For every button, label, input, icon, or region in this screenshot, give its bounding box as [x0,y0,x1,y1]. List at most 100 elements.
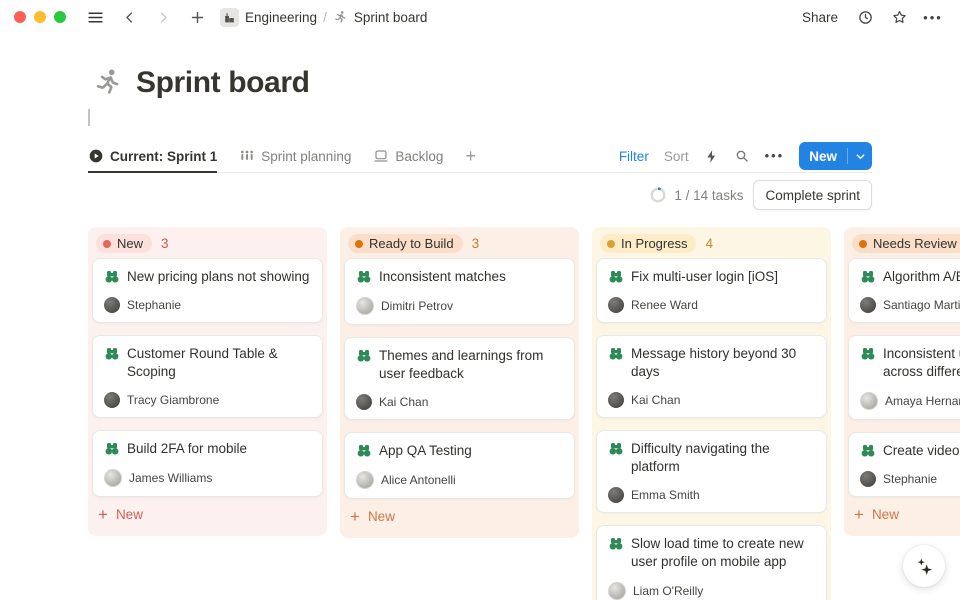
card-title-row: Inconsistent user experience across diff… [860,345,960,381]
window-controls [14,11,66,23]
column-cards: New pricing plans not showing Stephanie … [92,258,323,497]
board-column: Needs Review Algorithm A/B test Santiago… [844,227,960,536]
card-assignee: Stephanie [860,471,960,487]
column-header: New 3 [92,231,323,258]
text-cursor [88,109,90,126]
column-status-pill[interactable]: Ready to Build [348,234,463,253]
task-card[interactable]: Message history beyond 30 days Kai Chan [596,335,827,418]
tab-label: Backlog [395,149,443,164]
card-assignee-name: Tracy Giambrone [127,393,219,407]
card-title: Build 2FA for mobile [127,440,247,458]
avatar [104,392,120,408]
column-pill-label: Needs Review [873,236,957,251]
status-dot-icon [355,240,363,248]
building-icon [220,8,239,27]
task-card[interactable]: App QA Testing Alice Antonelli [344,432,575,499]
column-status-pill[interactable]: Needs Review [852,234,960,253]
complete-sprint-button[interactable]: Complete sprint [753,180,872,210]
filter-button[interactable]: Filter [619,149,649,164]
card-assignee-name: James Williams [129,471,212,485]
view-bar: Current: Sprint 1 Sprint planning Backlo… [88,140,872,173]
card-title: New pricing plans not showing [127,268,309,286]
card-title: Create video guides [883,442,960,460]
avatar [356,394,372,410]
sidebar-toggle-icon[interactable] [82,4,108,30]
status-dot-icon [103,240,111,248]
tab-backlog[interactable]: Backlog [373,140,443,172]
tab-current-sprint[interactable]: Current: Sprint 1 [88,140,217,172]
card-title: Slow load time to create new user profil… [631,535,815,571]
card-assignee: Kai Chan [356,394,563,410]
page-title[interactable]: Sprint board [136,66,310,100]
add-card-label: New [116,507,143,522]
card-title-row: Fix multi-user login [iOS] [608,268,815,286]
tab-sprint-planning[interactable]: Sprint planning [239,140,351,172]
card-assignee: Kai Chan [608,392,815,408]
automations-lightning-icon[interactable] [704,149,719,164]
view-tabs: Current: Sprint 1 Sprint planning Backlo… [88,140,476,172]
add-card-label: New [872,507,899,522]
avatar [860,392,878,410]
view-controls: Filter Sort ••• New [619,142,872,170]
card-title-row: Create video guides [860,442,960,460]
plus-icon: + [98,506,108,523]
add-card-button[interactable]: + New [344,499,575,534]
card-title: Inconsistent matches [379,268,506,286]
plus-icon: + [350,508,360,525]
column-cards: Inconsistent matches Dimitri Petrov Them… [344,258,575,499]
board-column: New 3 New pricing plans not showing Step… [88,227,327,536]
zoom-window-button[interactable] [54,11,66,23]
card-title-row: Slow load time to create new user profil… [608,535,815,571]
task-card[interactable]: Customer Round Table & Scoping Tracy Gia… [92,335,323,418]
card-title: Message history beyond 30 days [631,345,815,381]
card-title-row: New pricing plans not showing [104,268,311,286]
add-card-button[interactable]: + New [848,497,960,532]
column-cards: Algorithm A/B test Santiago Martinez Inc… [848,258,960,497]
task-card[interactable]: Fix multi-user login [iOS] Renee Ward [596,258,827,323]
view-more-icon[interactable]: ••• [765,147,785,165]
column-header: In Progress 4 [596,231,827,258]
card-assignee-name: Stephanie [127,298,181,312]
card-title-row: Message history beyond 30 days [608,345,815,381]
task-card[interactable]: Inconsistent user experience across diff… [848,335,960,420]
task-card[interactable]: Themes and learnings from user feedback … [344,337,575,420]
minimize-window-button[interactable] [34,11,46,23]
column-pill-label: New [117,236,143,251]
ai-sparkles-button[interactable] [903,545,945,587]
task-card[interactable]: Inconsistent matches Dimitri Petrov [344,258,575,325]
back-icon[interactable] [116,4,142,30]
column-status-pill[interactable]: New [96,234,152,253]
running-person-page-icon[interactable] [92,67,124,99]
task-card[interactable]: Difficulty navigating the platform Emma … [596,430,827,513]
page-header: Sprint board [92,62,960,104]
close-window-button[interactable] [14,11,26,23]
task-card[interactable]: Slow load time to create new user profil… [596,525,827,600]
breadcrumb-page-label: Sprint board [354,10,428,25]
breadcrumb-page[interactable]: Sprint board [333,10,428,25]
chevron-down-icon[interactable] [848,142,872,170]
task-card[interactable]: Algorithm A/B test Santiago Martinez [848,258,960,323]
new-task-button[interactable]: New [799,142,872,170]
sort-button[interactable]: Sort [664,149,689,164]
favorite-star-icon[interactable] [886,4,912,30]
column-pill-label: In Progress [621,236,687,251]
new-task-button-label: New [799,142,847,170]
task-card[interactable]: Create video guides Stephanie [848,432,960,497]
card-assignee: Santiago Martinez [860,297,960,313]
new-page-icon[interactable] [184,4,210,30]
search-icon[interactable] [734,148,750,164]
progress-circle-icon [650,187,666,203]
share-button[interactable]: Share [802,10,838,25]
breadcrumb-workspace[interactable]: Engineering [220,8,317,27]
more-options-icon[interactable]: ••• [920,4,946,30]
card-assignee-name: Emma Smith [631,488,700,502]
forward-icon[interactable] [150,4,176,30]
add-view-icon[interactable]: + [465,147,476,165]
board: New 3 New pricing plans not showing Step… [88,227,960,600]
task-card[interactable]: Build 2FA for mobile James Williams [92,430,323,497]
updates-clock-icon[interactable] [852,4,878,30]
add-card-button[interactable]: + New [92,497,323,532]
column-status-pill[interactable]: In Progress [600,234,696,253]
notion-window: Engineering / Sprint board Share ••• Spr… [0,0,960,600]
task-card[interactable]: New pricing plans not showing Stephanie [92,258,323,323]
